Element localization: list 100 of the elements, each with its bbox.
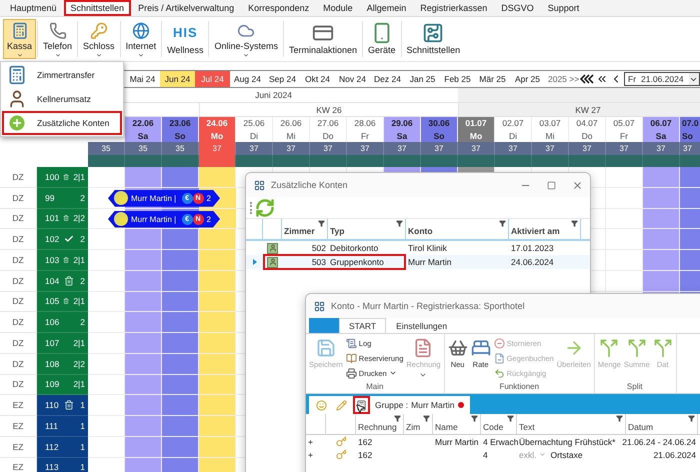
menu-tab[interactable]: Module: [316, 0, 360, 16]
calendar-cell[interactable]: [125, 167, 162, 188]
calendar-cell[interactable]: [88, 270, 125, 292]
calendar-cell[interactable]: [125, 354, 162, 374]
month-link[interactable]: Mär 25: [475, 71, 510, 87]
column-header[interactable]: Name: [433, 414, 481, 434]
calendar-cell[interactable]: [162, 292, 199, 312]
filter-icon[interactable]: [394, 415, 401, 422]
column-header[interactable]: Aktiviert am: [509, 219, 581, 239]
ribbon-button[interactable]: Online-Systems: [210, 19, 282, 59]
calendar-cell[interactable]: [643, 208, 680, 230]
calendar-cell[interactable]: [606, 250, 643, 271]
calendar-cell[interactable]: [162, 270, 199, 292]
calendar-cell[interactable]: [88, 292, 125, 312]
menu-tab[interactable]: Support: [540, 0, 586, 16]
calendar-cell[interactable]: [606, 167, 643, 188]
calendar-cell[interactable]: [162, 436, 199, 458]
ribbon-tab[interactable]: START: [339, 318, 386, 333]
calendar-cell[interactable]: [643, 250, 680, 271]
ribbon-button[interactable]: Kassa: [3, 19, 36, 59]
group-tab[interactable]: Gruppe : Murr Martin: [309, 396, 470, 414]
room-cell[interactable]: 104 2: [37, 270, 88, 292]
calendar-cell[interactable]: [88, 250, 125, 271]
menu-tab[interactable]: Registrierkassen: [413, 0, 494, 16]
calendar-cell[interactable]: [606, 188, 643, 208]
month-link[interactable]: Nov 24: [335, 71, 370, 87]
menu-item[interactable]: Zusätzliche Konten: [2, 111, 122, 135]
file-tab[interactable]: [309, 318, 339, 333]
menu-tab[interactable]: Allgemein: [360, 0, 414, 16]
menu-tab[interactable]: Preis / Artikelverwaltung: [131, 0, 242, 16]
room-cell[interactable]: 108 2|2: [37, 354, 88, 374]
calendar-cell[interactable]: [606, 270, 643, 292]
month-link[interactable]: Dez 24: [370, 71, 405, 87]
calendar-cell[interactable]: [199, 250, 236, 271]
month-link[interactable]: Apr 25: [510, 71, 545, 87]
month-link[interactable]: 2025 >>: [545, 71, 580, 87]
calendar-cell[interactable]: [162, 312, 199, 333]
month-link[interactable]: Sep 24: [265, 71, 300, 87]
calendar-cell[interactable]: [162, 333, 199, 354]
refresh-icon[interactable]: [255, 198, 275, 218]
calendar-cell[interactable]: [643, 188, 680, 208]
previous-week-icon[interactable]: [596, 73, 608, 85]
room-cell[interactable]: 110 1: [37, 395, 88, 416]
menu-tab[interactable]: DSGVO: [494, 0, 541, 16]
calendar-cell[interactable]: [643, 270, 680, 292]
room-cell[interactable]: 100 2|1: [37, 167, 88, 188]
calendar-cell[interactable]: [125, 229, 162, 250]
room-cell[interactable]: 107 2|1: [37, 333, 88, 354]
column-header[interactable]: Text: [517, 414, 626, 434]
calendar-cell[interactable]: [199, 292, 236, 312]
filter-icon[interactable]: [423, 415, 430, 422]
room-cell[interactable]: 111 1: [37, 416, 88, 437]
calendar-cell[interactable]: [199, 229, 236, 250]
filter-icon[interactable]: [507, 415, 514, 422]
calendar-cell[interactable]: [88, 395, 125, 416]
calendar-cell[interactable]: [162, 354, 199, 374]
ribbon-button[interactable]: Geräte: [364, 19, 400, 59]
column-header[interactable]: Zim: [404, 414, 433, 434]
column-header[interactable]: Zimmer: [282, 219, 328, 239]
calendar-cell[interactable]: [643, 167, 680, 188]
calendar-cell[interactable]: [199, 436, 236, 458]
ribbon-button[interactable]: Internet: [122, 19, 160, 59]
calendar-cell[interactable]: [125, 250, 162, 271]
calendar-cell[interactable]: [88, 416, 125, 437]
calendar-cell[interactable]: [125, 395, 162, 416]
ribbon-button[interactable]: Terminalaktionen: [284, 19, 362, 59]
calendar-cell[interactable]: [88, 312, 125, 333]
table-row[interactable]: 503 Gruppenkonto Murr Martin 24.06.2024: [246, 255, 590, 269]
menu-tab[interactable]: Schnittstellen: [64, 0, 132, 16]
calendar-cell[interactable]: [125, 292, 162, 312]
ribbon-button[interactable]: Schnittstellen: [402, 19, 464, 59]
expand-button[interactable]: +: [306, 435, 326, 448]
filter-icon[interactable]: [499, 220, 506, 227]
calendar-cell[interactable]: [199, 333, 236, 354]
calendar-cell[interactable]: [125, 374, 162, 396]
calendar-cell[interactable]: [88, 229, 125, 250]
calendar-cell[interactable]: [125, 312, 162, 333]
column-header[interactable]: Datum: [626, 414, 698, 434]
calendar-cell[interactable]: [125, 333, 162, 354]
calendar-cell[interactable]: [606, 208, 643, 230]
table-row[interactable]: 502 Debitorkonto Tirol Klinik 17.01.2023: [246, 241, 590, 255]
calendar-cell[interactable]: [199, 416, 236, 437]
filter-icon[interactable]: [471, 415, 478, 422]
room-cell[interactable]: 101 2|2: [37, 208, 88, 230]
filter-icon[interactable]: [688, 415, 695, 422]
room-cell[interactable]: 109 2|1: [37, 374, 88, 396]
calendar-cell[interactable]: [162, 374, 199, 396]
calendar-cell[interactable]: [162, 250, 199, 271]
calendar-cell[interactable]: [88, 354, 125, 374]
room-cell[interactable]: 102 2: [37, 229, 88, 250]
month-link[interactable]: Okt 24: [300, 71, 335, 87]
calendar-cell[interactable]: [162, 229, 199, 250]
filter-icon[interactable]: [396, 220, 403, 227]
month-link[interactable]: Jan 25: [405, 71, 440, 87]
calendar-cell[interactable]: [162, 416, 199, 437]
menu-tab[interactable]: Hauptmenü: [3, 0, 64, 16]
calendar-cell[interactable]: [162, 167, 199, 188]
calendar-cell[interactable]: [199, 374, 236, 396]
filter-icon[interactable]: [616, 415, 623, 422]
calendar-cell[interactable]: [88, 374, 125, 396]
